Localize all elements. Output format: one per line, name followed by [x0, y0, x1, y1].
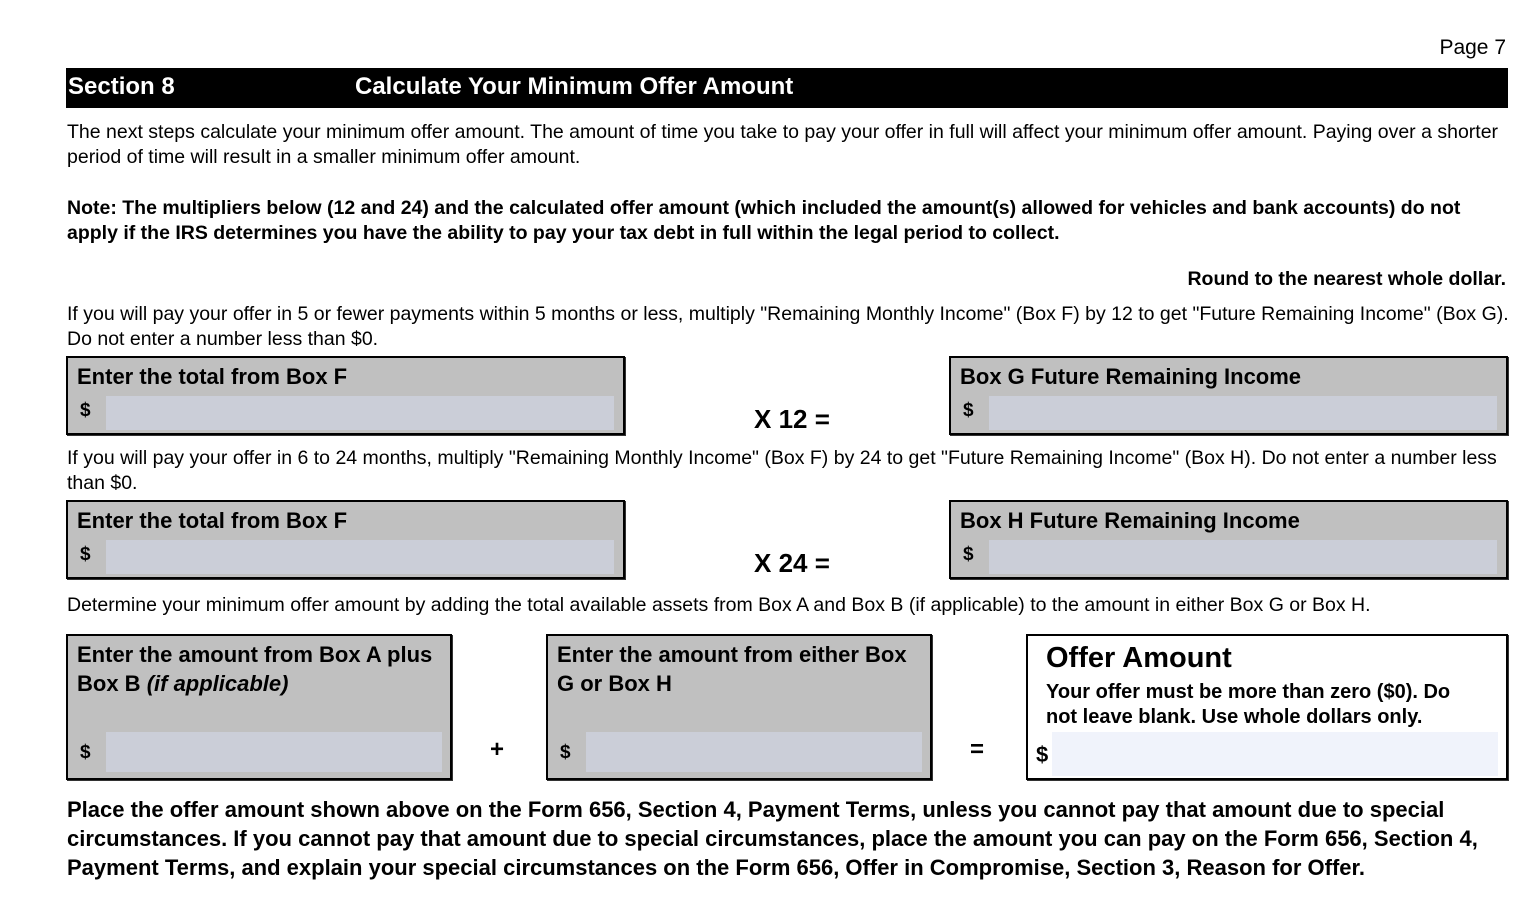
box-g: Box G Future Remaining Income $ [949, 356, 1508, 435]
box-a-plus-b: Enter the amount from Box A plus Box B (… [66, 634, 452, 780]
box-h: Box H Future Remaining Income $ [949, 500, 1508, 579]
multiply-24-operator: X 24 = [754, 548, 830, 578]
box-g-input[interactable] [989, 396, 1497, 430]
dollar-sign: $ [1036, 742, 1049, 767]
offer-amount-box: Offer Amount Your offer must be more tha… [1026, 634, 1508, 780]
plus-operator: + [490, 736, 505, 763]
section-header: Section 8 Calculate Your Minimum Offer A… [66, 68, 1508, 108]
determine-instruction: Determine your minimum offer amount by a… [67, 594, 1371, 616]
round-note: Round to the nearest whole dollar. [1187, 268, 1506, 290]
dollar-sign: $ [80, 400, 91, 421]
box-h-label: Box H Future Remaining Income [960, 508, 1300, 533]
box-f-24: Enter the total from Box F $ [66, 500, 625, 579]
note-text: Note: The multipliers below (12 and 24) … [67, 197, 1461, 244]
dollar-sign: $ [963, 400, 974, 421]
box-a-plus-b-input[interactable] [106, 732, 442, 772]
box-f-12: Enter the total from Box F $ [66, 356, 625, 435]
dollar-sign: $ [80, 742, 91, 763]
box-g-or-h-label: Enter the amount from either Box G or Bo… [557, 642, 907, 696]
if-applicable-text: (if applicable) [146, 671, 289, 696]
box-a-plus-b-label: Enter the amount from Box A plus Box B (… [77, 640, 437, 698]
offer-amount-note: Your offer must be more than zero ($0). … [1046, 681, 1451, 728]
equals-operator: = [970, 736, 985, 763]
calc12-instruction: If you will pay your offer in 5 or fewer… [67, 303, 1509, 350]
box-f-12-input[interactable] [106, 396, 614, 430]
page-number: Page 7 [1439, 36, 1506, 59]
dollar-sign: $ [963, 544, 974, 565]
box-f-24-label: Enter the total from Box F [77, 508, 348, 533]
box-g-or-h-input[interactable] [586, 732, 922, 772]
box-f-12-label: Enter the total from Box F [77, 364, 348, 389]
offer-amount-input[interactable] [1052, 732, 1498, 776]
box-h-input[interactable] [989, 540, 1497, 574]
box-g-label: Box G Future Remaining Income [960, 364, 1302, 389]
multiply-12-operator: X 12 = [754, 404, 830, 434]
offer-amount-title: Offer Amount [1046, 642, 1232, 674]
section-title: Calculate Your Minimum Offer Amount [355, 73, 794, 100]
final-instruction: Place the offer amount shown above on th… [67, 797, 1478, 880]
box-f-24-input[interactable] [106, 540, 614, 574]
section-number: Section 8 [68, 73, 175, 100]
dollar-sign: $ [80, 544, 91, 565]
intro-text: The next steps calculate your minimum of… [67, 121, 1499, 168]
dollar-sign: $ [560, 742, 571, 763]
calc24-instruction: If you will pay your offer in 6 to 24 mo… [67, 447, 1497, 494]
box-g-or-h: Enter the amount from either Box G or Bo… [546, 634, 932, 780]
